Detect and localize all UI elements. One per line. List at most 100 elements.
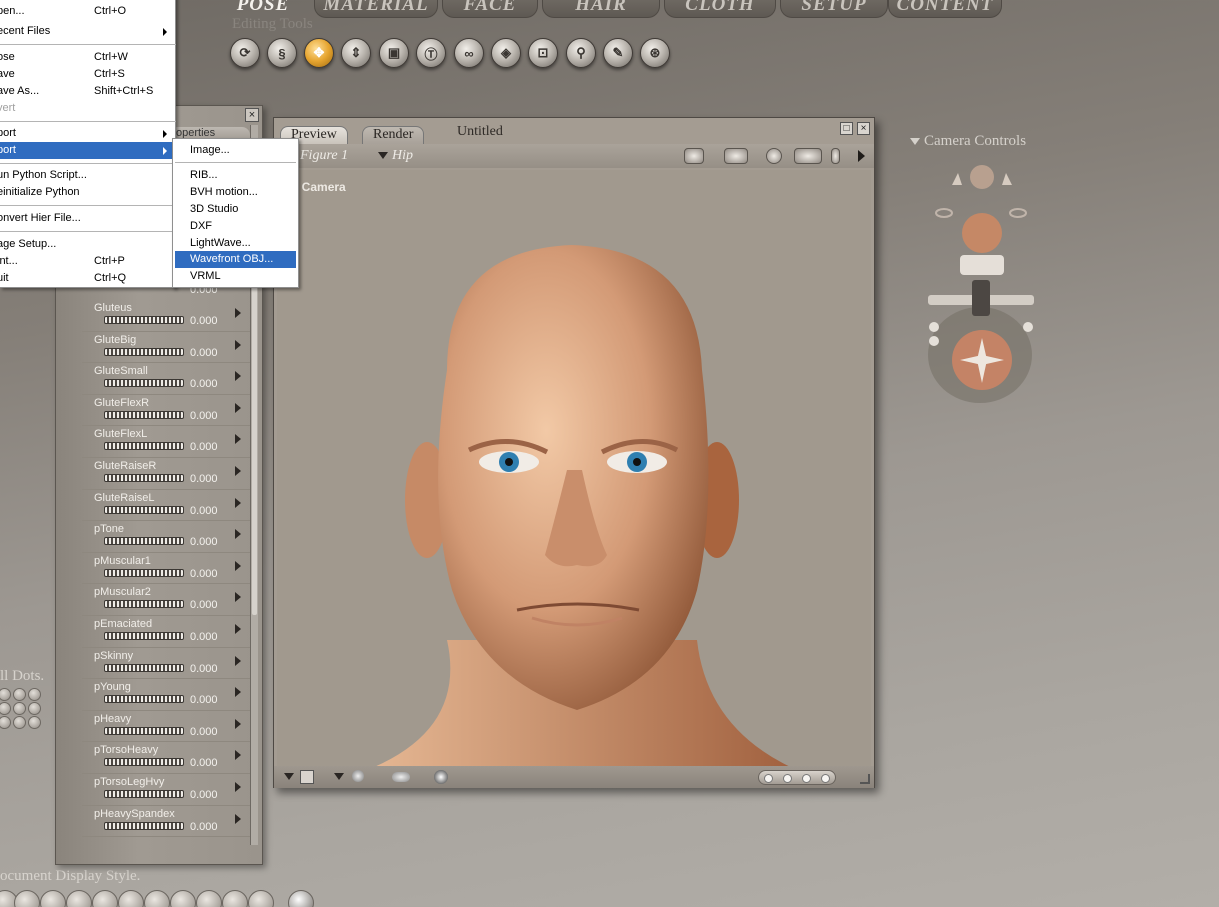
dial-menu-arrow-icon[interactable] bbox=[235, 592, 241, 603]
display-style-button[interactable] bbox=[144, 890, 170, 907]
dial-value[interactable]: 0.000 bbox=[190, 757, 218, 769]
memory-dot[interactable] bbox=[0, 716, 11, 729]
display-style-button[interactable] bbox=[92, 890, 118, 907]
dial-track[interactable] bbox=[104, 789, 184, 798]
menu-item-print[interactable]: int... Ctrl+P bbox=[0, 253, 176, 270]
dial-track[interactable] bbox=[104, 537, 184, 546]
dial-value[interactable]: 0.000 bbox=[190, 315, 218, 327]
document-window-icon[interactable] bbox=[724, 148, 748, 164]
dial-menu-arrow-icon[interactable] bbox=[235, 497, 241, 508]
dial-value[interactable]: 0.000 bbox=[190, 568, 218, 580]
dial-value[interactable]: 0.000 bbox=[190, 505, 218, 517]
dial-menu-arrow-icon[interactable] bbox=[235, 465, 241, 476]
layout-dot[interactable] bbox=[764, 774, 773, 783]
memory-dot[interactable] bbox=[28, 702, 41, 715]
dial-track[interactable] bbox=[104, 821, 184, 830]
display-style-button[interactable] bbox=[66, 890, 92, 907]
dial-row[interactable]: GluteRaiseR 0.000 bbox=[82, 458, 250, 490]
dial-menu-arrow-icon[interactable] bbox=[235, 308, 241, 318]
menu-item-open[interactable]: pen... Ctrl+O bbox=[0, 3, 176, 20]
dial-track[interactable] bbox=[104, 316, 184, 324]
dial-row[interactable]: Gluteus 0.000 bbox=[82, 300, 250, 332]
background-color-swatch[interactable] bbox=[300, 770, 314, 784]
menu-item-run-python-script[interactable]: un Python Script... bbox=[0, 167, 176, 184]
ground-shadow-icon[interactable] bbox=[392, 772, 410, 782]
dial-track[interactable] bbox=[104, 695, 184, 704]
dial-menu-arrow-icon[interactable] bbox=[235, 339, 241, 350]
tab-content[interactable]: CONTENT bbox=[888, 0, 1002, 18]
dial-menu-arrow-icon[interactable] bbox=[235, 623, 241, 634]
memory-dot[interactable] bbox=[13, 716, 26, 729]
dial-track[interactable] bbox=[104, 505, 184, 514]
camera-controls-label[interactable]: Camera Controls bbox=[910, 133, 1026, 150]
dial-menu-arrow-icon[interactable] bbox=[235, 781, 241, 792]
display-style-menu-icon[interactable] bbox=[284, 773, 294, 780]
export-item-vrml[interactable]: VRML bbox=[175, 268, 296, 285]
dial-menu-arrow-icon[interactable] bbox=[235, 655, 241, 666]
dial-menu-arrow-icon[interactable] bbox=[235, 371, 241, 382]
taper-icon[interactable]: Ⓣ bbox=[416, 38, 446, 68]
display-style-button[interactable] bbox=[196, 890, 222, 907]
dial-row[interactable]: pSkinny 0.000 bbox=[82, 648, 250, 680]
dial-menu-arrow-icon[interactable] bbox=[235, 718, 241, 729]
export-item-lightwave[interactable]: LightWave... bbox=[175, 235, 296, 252]
dial-track[interactable] bbox=[104, 631, 184, 640]
dial-track[interactable] bbox=[104, 442, 184, 451]
dial-value[interactable]: 0.000 bbox=[190, 694, 218, 706]
menu-item-save-as[interactable]: ave As... Shift+Ctrl+S bbox=[0, 83, 176, 100]
menu-item-page-setup[interactable]: age Setup... bbox=[0, 236, 176, 253]
menu-item-recent-files[interactable]: ecent Files bbox=[0, 23, 176, 40]
dial-row[interactable]: pYoung 0.000 bbox=[82, 679, 250, 711]
panel-close-button[interactable]: × bbox=[245, 108, 259, 122]
view-magnifier-icon[interactable]: ⚲ bbox=[566, 38, 596, 68]
dial-value[interactable]: 0.000 bbox=[190, 536, 218, 548]
export-item-bvh-motion[interactable]: BVH motion... bbox=[175, 184, 296, 201]
dial-menu-arrow-icon[interactable] bbox=[235, 813, 241, 824]
display-style-button[interactable] bbox=[40, 890, 66, 907]
tab-setup[interactable]: SETUP bbox=[780, 0, 888, 18]
camera-trackball-icon[interactable] bbox=[920, 155, 1040, 405]
dial-track[interactable] bbox=[104, 473, 184, 482]
display-style-button[interactable] bbox=[14, 890, 40, 907]
dial-value[interactable]: 0.000 bbox=[190, 347, 218, 359]
dial-row[interactable]: pTorsoHeavy 0.000 bbox=[82, 742, 250, 774]
dial-value[interactable]: 0.000 bbox=[190, 378, 218, 390]
tab-hair[interactable]: HAIR bbox=[542, 0, 660, 18]
dial-track[interactable] bbox=[104, 379, 184, 388]
dial-menu-arrow-icon[interactable] bbox=[235, 434, 241, 445]
translate-in-out-icon[interactable]: ⇕ bbox=[341, 38, 371, 68]
dial-track[interactable] bbox=[104, 758, 184, 767]
tab-render[interactable]: Render bbox=[362, 126, 425, 144]
dial-row[interactable]: GluteFlexR 0.000 bbox=[82, 395, 250, 427]
dial-row[interactable]: GluteBig 0.000 bbox=[82, 332, 250, 364]
dial-track[interactable] bbox=[104, 347, 184, 356]
tab-material[interactable]: MATERIAL bbox=[314, 0, 438, 18]
menu-item-quit[interactable]: uit Ctrl+Q bbox=[0, 270, 176, 287]
export-item-image[interactable]: Image... bbox=[175, 142, 296, 159]
dial-value[interactable]: 0.000 bbox=[190, 726, 218, 738]
menu-item-convert-hier-file[interactable]: onvert Hier File... bbox=[0, 210, 176, 227]
display-style-button[interactable] bbox=[222, 890, 248, 907]
camera-controls-widget[interactable] bbox=[920, 155, 1040, 405]
display-style-button-active[interactable] bbox=[288, 890, 314, 907]
menu-item-reinitialize-python[interactable]: einitialize Python bbox=[0, 184, 176, 201]
dial-track[interactable] bbox=[104, 410, 184, 419]
dial-menu-arrow-icon[interactable] bbox=[235, 750, 241, 761]
dial-value[interactable]: 0.000 bbox=[190, 473, 218, 485]
translate-icon[interactable]: ✥ bbox=[304, 38, 334, 68]
resize-grip-icon[interactable] bbox=[860, 774, 870, 784]
morphing-icon[interactable]: ✎ bbox=[603, 38, 633, 68]
close-icon[interactable]: × bbox=[857, 122, 870, 135]
dial-row[interactable]: pMuscular1 0.000 bbox=[82, 553, 250, 585]
export-item-3d-studio[interactable]: 3D Studio bbox=[175, 201, 296, 218]
display-style-button[interactable] bbox=[170, 890, 196, 907]
camera-direction-icon[interactable] bbox=[794, 148, 822, 164]
menu-item-close[interactable]: ose Ctrl+W bbox=[0, 49, 176, 66]
dial-row[interactable]: pHeavy 0.000 bbox=[82, 711, 250, 743]
dial-row[interactable]: pTorsoLegHvy 0.000 bbox=[82, 774, 250, 806]
dial-row[interactable]: GluteFlexL 0.000 bbox=[82, 426, 250, 458]
dial-row[interactable]: GluteRaiseL 0.000 bbox=[82, 490, 250, 522]
memory-dot[interactable] bbox=[0, 688, 11, 701]
element-selector[interactable]: Hip bbox=[378, 148, 413, 164]
memory-dot[interactable] bbox=[13, 702, 26, 715]
